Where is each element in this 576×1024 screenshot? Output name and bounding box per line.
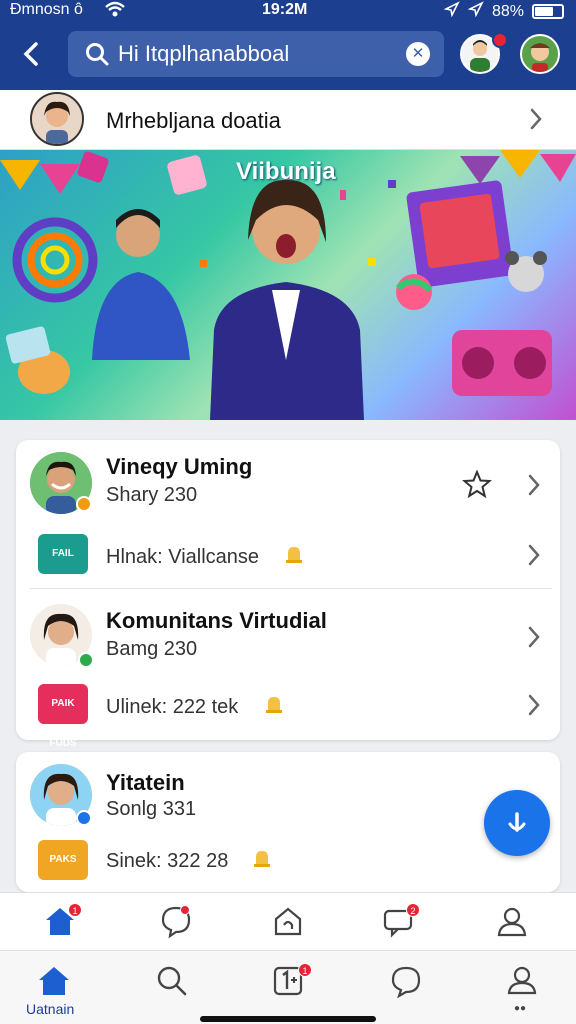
secondary-tab-bar: 1 2 bbox=[0, 892, 576, 950]
clear-search-icon[interactable]: ✕ bbox=[406, 42, 430, 66]
status-badge bbox=[76, 496, 92, 512]
chevron-left-icon bbox=[23, 42, 38, 66]
status-badge bbox=[78, 652, 94, 668]
back-button[interactable] bbox=[18, 38, 46, 70]
person-avatar-icon bbox=[32, 94, 82, 144]
battery-percent: 88% bbox=[491, 2, 524, 20]
bell-icon bbox=[284, 544, 304, 571]
chevron-right-icon bbox=[526, 542, 542, 573]
more-dots-icon: ●● bbox=[514, 1003, 527, 1014]
item-subtitle: Shary 230 bbox=[106, 484, 198, 506]
search-input[interactable] bbox=[118, 37, 398, 71]
notification-badge bbox=[492, 32, 508, 48]
chevron-right-icon bbox=[526, 692, 542, 723]
item-subtitle: Sonlg 331 bbox=[106, 798, 197, 820]
list-item[interactable]: Vineqy Uming Shary 230 bbox=[16, 440, 560, 524]
status-badge bbox=[76, 810, 92, 826]
signal-icon bbox=[467, 1, 484, 22]
status-bar: Ðmnosn ô 19:2M 88% bbox=[0, 0, 576, 24]
item-link: Ulinek: 222 tek bbox=[106, 696, 239, 718]
status-right: 88% bbox=[443, 1, 564, 22]
person-avatar-icon bbox=[530, 43, 550, 72]
search-icon[interactable] bbox=[154, 963, 190, 999]
star-icon[interactable] bbox=[461, 469, 493, 503]
clock: 19:2M bbox=[262, 1, 308, 18]
profile-icon[interactable] bbox=[504, 963, 540, 999]
wifi-icon bbox=[104, 0, 126, 25]
carrier-label: Ðmnosn ô bbox=[10, 1, 83, 18]
game-thumbnail: PAIK FUDS bbox=[38, 684, 88, 749]
search-icon bbox=[86, 43, 109, 66]
chevron-right-icon bbox=[528, 106, 544, 136]
home-icon[interactable] bbox=[36, 963, 72, 999]
list-item[interactable]: Yitatein Sonlg 331 bbox=[16, 752, 560, 836]
item-link: Sinek: 322 28 bbox=[106, 850, 229, 872]
profile-icon[interactable] bbox=[494, 903, 530, 939]
list-item[interactable]: Komunitans Virtudial Bamg 230 bbox=[16, 590, 560, 676]
chevron-right-icon bbox=[526, 624, 542, 655]
header-avatar-2[interactable] bbox=[520, 34, 560, 74]
list-item[interactable]: PAKS LIKLS Sinek: 322 28 bbox=[16, 836, 560, 905]
notification-badge: 1 bbox=[68, 903, 82, 917]
item-subtitle: Bamg 230 bbox=[106, 638, 198, 660]
item-title: Yitatein bbox=[106, 770, 185, 795]
location-icon bbox=[443, 1, 460, 22]
banner-illustration bbox=[0, 150, 576, 420]
profile-row[interactable]: Mrhebljana doatia bbox=[0, 90, 576, 150]
home-outline-icon[interactable] bbox=[270, 903, 306, 939]
item-title: Komunitans Virtudial bbox=[106, 608, 327, 633]
bell-icon bbox=[252, 848, 272, 875]
game-thumbnail: PAKS LIKLS bbox=[38, 840, 88, 905]
list-item[interactable]: FAIL RBGAL Hlnak: Viallcanse bbox=[16, 524, 560, 599]
home-indicator bbox=[200, 1016, 376, 1022]
hero-banner[interactable]: Viibunija bbox=[0, 150, 576, 420]
chat-bubble-icon[interactable] bbox=[388, 963, 424, 999]
bottom-nav-bar: Uatnain 1 ●● bbox=[0, 950, 576, 1024]
item-title: Vineqy Uming bbox=[106, 454, 253, 479]
battery-icon bbox=[532, 4, 564, 19]
community-card: Vineqy Uming Shary 230 FAIL RBGAL Hlnak:… bbox=[16, 440, 560, 749]
divider bbox=[30, 588, 552, 589]
search-bar[interactable]: ✕ bbox=[68, 31, 444, 77]
notification-badge: 1 bbox=[298, 963, 312, 977]
bell-icon bbox=[264, 694, 284, 721]
game-thumbnail: FAIL RBGAL bbox=[38, 534, 88, 599]
community-card: Yitatein Sonlg 331 PAKS LIKLS Sinek: 322… bbox=[16, 752, 560, 905]
notification-badge: 2 bbox=[406, 903, 420, 917]
microphone-icon bbox=[508, 812, 526, 832]
chevron-right-icon bbox=[526, 472, 542, 503]
profile-avatar bbox=[30, 92, 84, 146]
microphone-button[interactable] bbox=[484, 790, 550, 856]
item-link: Hlnak: Viallcanse bbox=[106, 546, 260, 568]
top-app-bar: Ðmnosn ô 19:2M 88% ✕ bbox=[0, 0, 576, 90]
notification-dot bbox=[180, 905, 190, 915]
profile-name: Mrhebljana doatia bbox=[106, 108, 281, 133]
home-tab-label: Uatnain bbox=[26, 1001, 75, 1017]
banner-title: Viibunija bbox=[236, 158, 336, 185]
list-item[interactable]: PAIK FUDS Ulinek: 222 tek bbox=[16, 676, 560, 749]
